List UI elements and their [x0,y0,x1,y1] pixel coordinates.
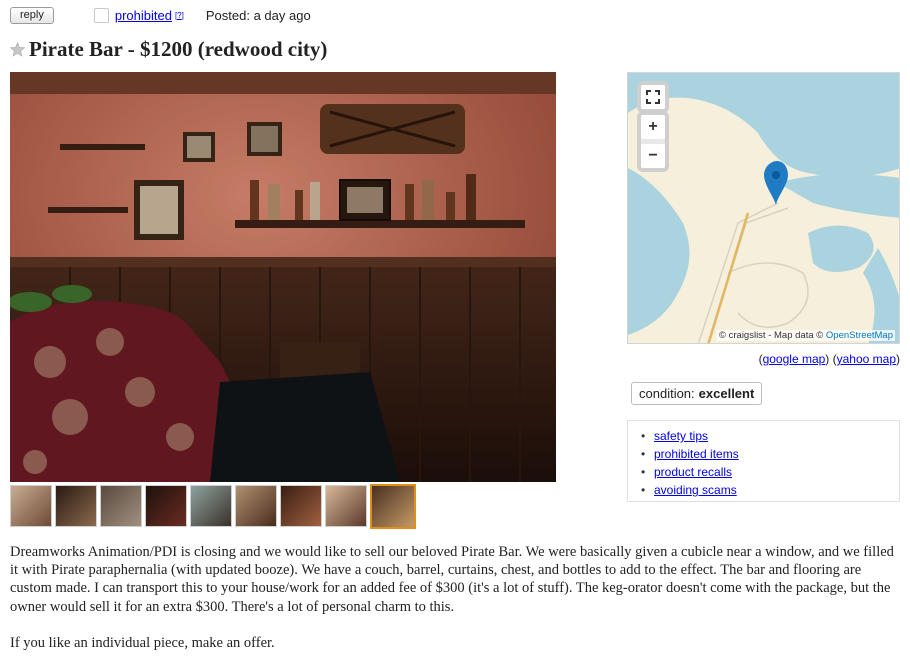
thumbnail[interactable] [10,485,52,527]
attribution-text: © craigslist - Map data © [718,330,824,341]
posted-time: a day ago [253,7,311,23]
flag-checkbox[interactable] [93,7,109,23]
body-paragraph: Dreamworks Animation/PDI is closing and … [10,544,894,615]
zoom-in-button[interactable]: + [641,115,665,139]
thumbnail[interactable] [100,485,142,527]
list-item: safety tips [641,427,899,445]
prohibited-link[interactable]: prohibited [115,8,172,23]
top-bar: reply prohibited [?] Posted: a day ago [10,6,311,24]
openstreetmap-link[interactable]: OpenStreetMap [826,330,893,341]
posting-body: Dreamworks Animation/PDI is closing and … [10,543,900,670]
condition-label: condition: [639,386,695,401]
zoom-out-button[interactable]: − [641,144,665,168]
body-paragraph: If you like an individual piece, make an… [10,634,275,651]
list-item: avoiding scams [641,481,899,499]
avoiding-scams-link[interactable]: avoiding scams [654,483,737,497]
thumbnail[interactable] [145,485,187,527]
thumbnail[interactable] [190,485,232,527]
posted-info: Posted: a day ago [206,8,311,23]
page-title: Pirate Bar - $1200 (redwood city) [29,36,328,61]
thumbnail[interactable] [280,485,322,527]
google-map-link[interactable]: google map [763,352,826,366]
reply-button[interactable]: reply [10,6,54,24]
thumbnail-selected[interactable] [370,484,416,529]
thumbnail-strip [10,484,430,530]
title-row: Pirate Bar - $1200 (redwood city) [10,36,327,62]
product-recalls-link[interactable]: product recalls [654,465,732,479]
safety-tips-link[interactable]: safety tips [654,429,708,443]
prohibited-items-link[interactable]: prohibited items [654,447,739,461]
thumbnail[interactable] [55,485,97,527]
map[interactable]: + − © craigslist - Map data © OpenStreet… [627,72,900,344]
thumbnail[interactable] [235,485,277,527]
condition-attribute: condition: excellent [631,382,763,405]
yahoo-map-link[interactable]: yahoo map [837,352,896,366]
map-attribution: © craigslist - Map data © OpenStreetMap [716,330,895,341]
condition-value: excellent [698,386,755,401]
map-links: (google map) (yahoo map) [759,352,900,366]
thumbnail[interactable] [325,485,367,527]
list-item: prohibited items [641,445,899,463]
list-item: product recalls [641,463,899,481]
safety-links-box: safety tips prohibited items product rec… [627,420,900,502]
star-icon[interactable] [10,41,25,57]
help-link[interactable]: [?] [175,11,184,20]
fullscreen-icon[interactable] [641,85,665,109]
fullscreen-control [637,81,669,113]
zoom-control: + − [637,111,669,172]
paren: ) [896,352,900,366]
main-photo[interactable] [10,72,556,482]
posted-label: Posted: [205,7,250,23]
paren: ) ( [825,352,837,366]
